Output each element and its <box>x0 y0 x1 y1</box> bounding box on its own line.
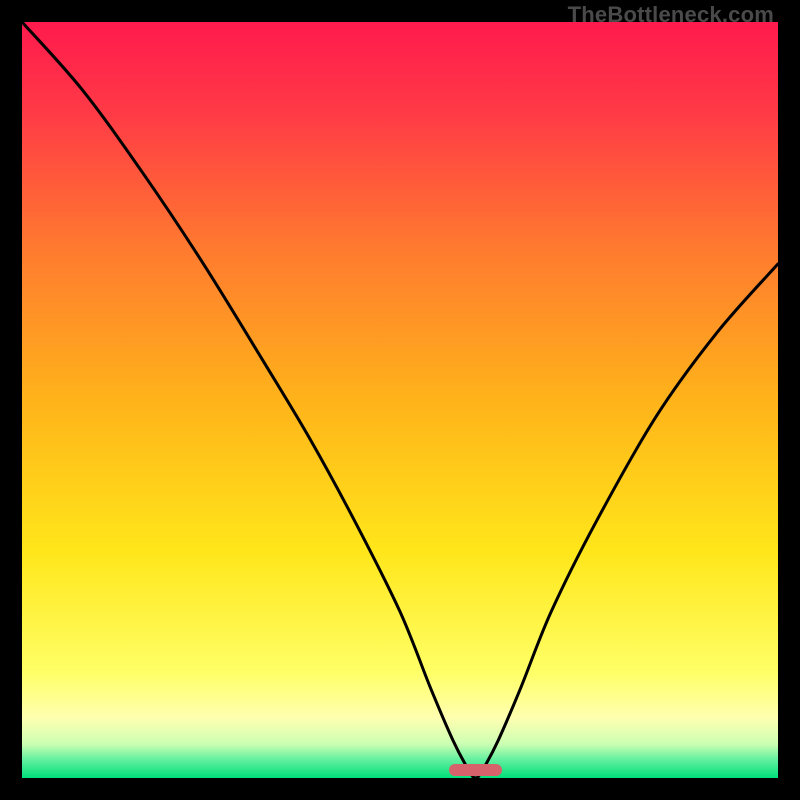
gradient-background <box>22 22 778 778</box>
chart-frame <box>22 22 778 778</box>
optimal-range-marker <box>449 764 502 776</box>
plot-svg <box>22 22 778 778</box>
watermark-text: TheBottleneck.com <box>568 2 774 28</box>
